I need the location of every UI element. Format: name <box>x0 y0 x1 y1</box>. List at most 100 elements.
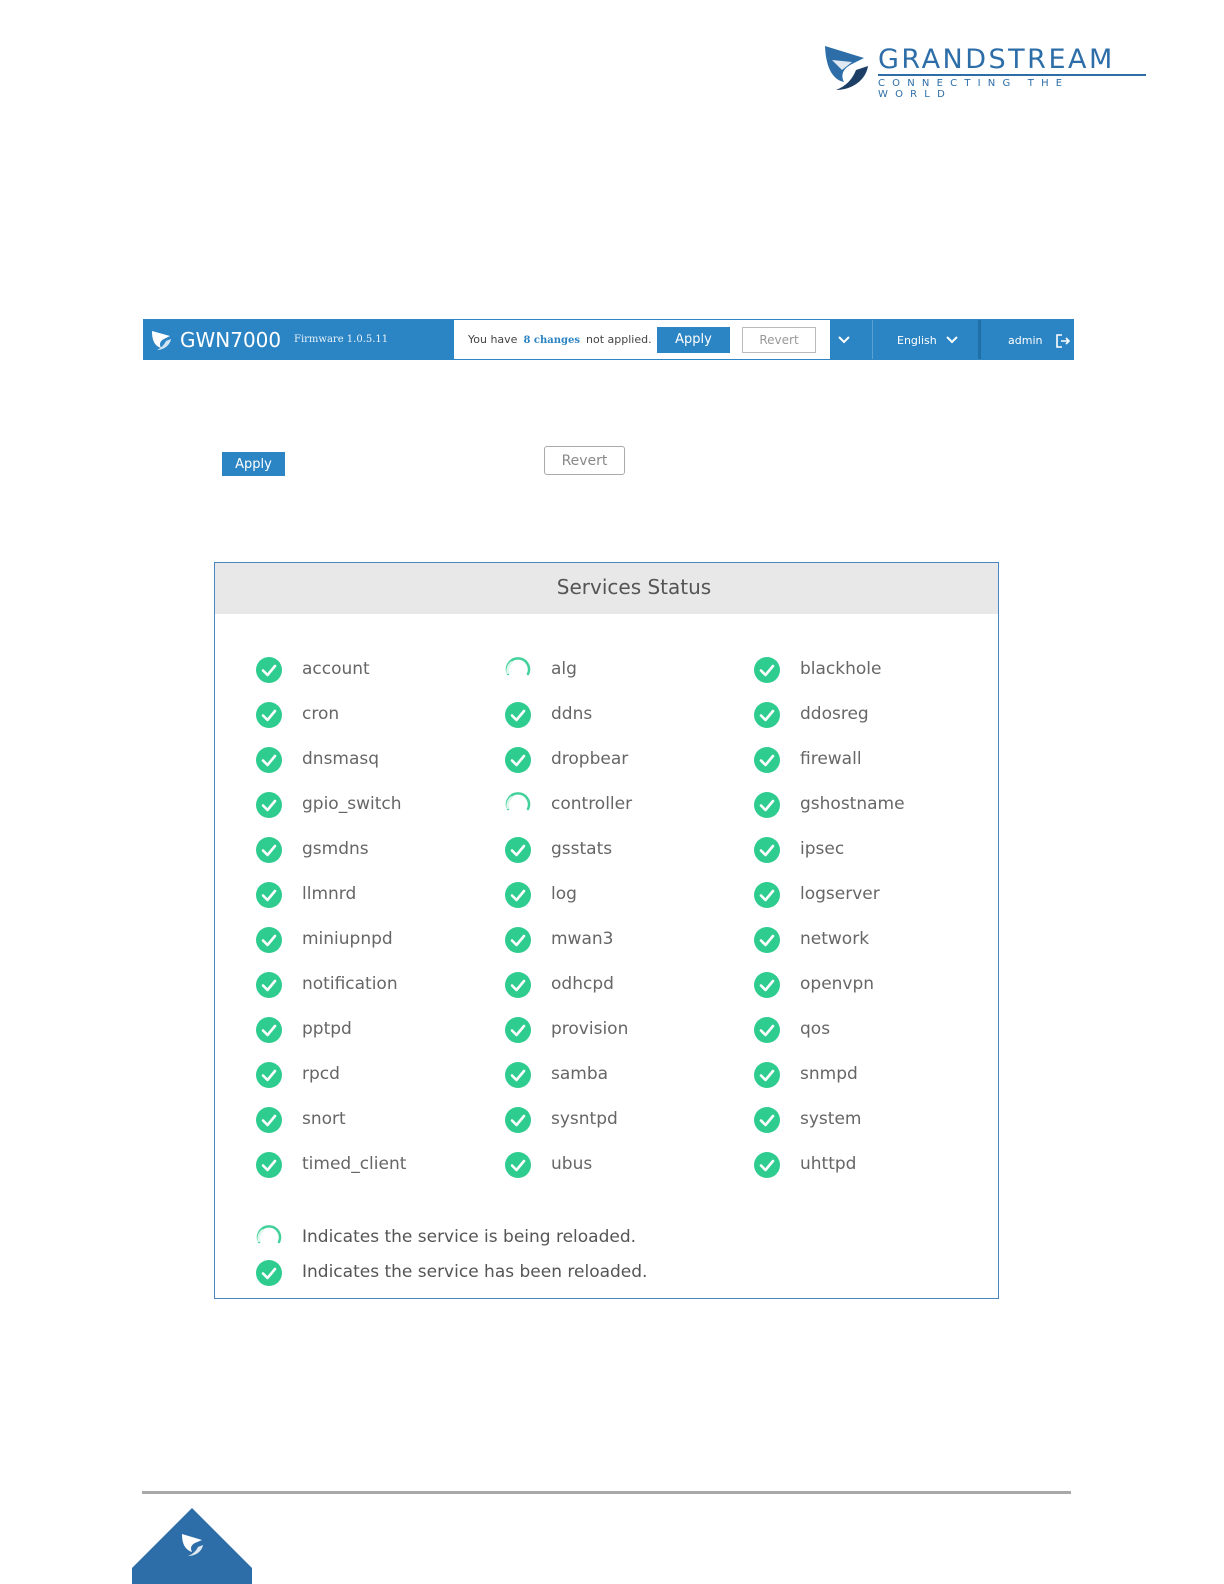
service-name: ddosreg <box>800 704 869 724</box>
service-name: pptpd <box>302 1019 352 1039</box>
service-name: gsmdns <box>302 839 369 859</box>
top-bar: GWN7000 Firmware 1.0.5.11 You have 8 chan… <box>143 319 1074 360</box>
service-name: gsstats <box>551 839 613 859</box>
service-name: firewall <box>800 749 862 769</box>
check-circle-icon <box>753 881 781 909</box>
service-name: snmpd <box>800 1064 858 1084</box>
top-bar-brand: GWN7000 Firmware 1.0.5.11 <box>144 320 454 359</box>
service-name: odhcpd <box>551 974 614 994</box>
check-circle-icon <box>504 746 532 774</box>
service-name: samba <box>551 1064 609 1084</box>
check-circle-icon <box>504 1016 532 1044</box>
service-name: ddns <box>551 704 593 724</box>
check-circle-icon <box>753 701 781 729</box>
footer-logo-icon <box>132 1508 252 1584</box>
message-prefix: You have <box>468 333 518 346</box>
service-name: cron <box>302 704 340 724</box>
language-select[interactable]: English <box>897 334 937 347</box>
brand-divider <box>878 74 1146 76</box>
service-name: snort <box>302 1109 346 1129</box>
changes-link[interactable]: 8 changes <box>523 335 580 346</box>
check-circle-icon <box>753 1061 781 1089</box>
service-name: qos <box>800 1019 831 1039</box>
service-name: ipsec <box>800 839 845 859</box>
firmware-version: Firmware 1.0.5.11 <box>294 334 389 345</box>
chevron-down-icon[interactable] <box>838 329 850 353</box>
service-name: rpcd <box>302 1064 340 1084</box>
check-circle-icon <box>753 971 781 999</box>
service-name: log <box>551 884 577 904</box>
service-name: timed_client <box>302 1154 407 1174</box>
check-circle-icon <box>753 1016 781 1044</box>
service-name: provision <box>551 1019 629 1039</box>
legend-text: Indicates the service is being reloaded. <box>302 1227 637 1247</box>
check-circle-icon <box>504 881 532 909</box>
service-name: gshostname <box>800 794 905 814</box>
service-name: notification <box>302 974 398 994</box>
topbar-apply-button[interactable]: Apply <box>657 327 730 353</box>
service-name: alg <box>551 659 577 679</box>
spinner-icon <box>255 1224 283 1252</box>
check-circle-icon <box>255 881 283 909</box>
language-chevron-down-icon[interactable] <box>946 329 958 353</box>
spinner-icon <box>504 656 532 684</box>
check-circle-icon <box>753 1151 781 1179</box>
check-circle-icon <box>255 1016 283 1044</box>
check-circle-icon <box>255 926 283 954</box>
topbar-revert-button[interactable]: Revert <box>742 327 816 353</box>
brand-name: GRANDSTREAM <box>878 44 1115 75</box>
check-circle-icon <box>504 1061 532 1089</box>
top-bar-controls: English admin <box>830 320 1073 359</box>
check-circle-icon <box>255 746 283 774</box>
service-name: uhttpd <box>800 1154 857 1174</box>
check-circle-icon <box>504 971 532 999</box>
service-name: openvpn <box>800 974 875 994</box>
revert-button[interactable]: Revert <box>544 446 625 475</box>
user-name[interactable]: admin <box>1008 334 1042 347</box>
service-name: blackhole <box>800 659 882 679</box>
gwn-logo-icon <box>152 331 171 350</box>
service-name: network <box>800 929 870 949</box>
services-status-panel: Services Status account alg blackhole cron d… <box>214 562 999 1299</box>
check-circle-icon <box>753 926 781 954</box>
message-suffix: not applied. <box>586 333 652 346</box>
grandstream-mark-icon <box>825 46 868 90</box>
apply-button[interactable]: Apply <box>222 452 285 476</box>
footer-divider <box>142 1491 1071 1494</box>
service-name: logserver <box>800 884 880 904</box>
check-circle-icon <box>504 1106 532 1134</box>
service-name: ubus <box>551 1154 593 1174</box>
legend-text: Indicates the service has been reloaded. <box>302 1262 648 1282</box>
service-name: dropbear <box>551 749 629 769</box>
service-name: gpio_switch <box>302 794 402 814</box>
check-circle-icon <box>255 1106 283 1134</box>
logout-icon[interactable] <box>1056 333 1071 352</box>
check-circle-icon <box>753 746 781 774</box>
check-circle-icon <box>255 1259 283 1287</box>
divider <box>872 320 873 359</box>
check-circle-icon <box>753 656 781 684</box>
panel-title: Services Status <box>556 575 712 599</box>
check-circle-icon <box>753 1106 781 1134</box>
check-circle-icon <box>753 836 781 864</box>
divider <box>978 320 981 359</box>
check-circle-icon <box>255 971 283 999</box>
grandstream-logo: GRANDSTREAM CONNECTING THE WORLD <box>822 44 1152 100</box>
spinner-icon <box>504 791 532 819</box>
check-circle-icon <box>255 701 283 729</box>
service-name: account <box>302 659 370 679</box>
check-circle-icon <box>504 1151 532 1179</box>
service-name: dnsmasq <box>302 749 380 769</box>
service-name: llmnrd <box>302 884 357 904</box>
check-circle-icon <box>255 1151 283 1179</box>
check-circle-icon <box>504 836 532 864</box>
check-circle-icon <box>753 791 781 819</box>
check-circle-icon <box>504 701 532 729</box>
check-circle-icon <box>255 656 283 684</box>
pending-changes-bar: You have 8 changes not applied. Apply Reve… <box>454 320 830 359</box>
panel-header: Services Status <box>215 563 998 614</box>
check-circle-icon <box>255 791 283 819</box>
service-name: miniupnpd <box>302 929 393 949</box>
check-circle-icon <box>255 836 283 864</box>
service-name: controller <box>551 794 633 814</box>
